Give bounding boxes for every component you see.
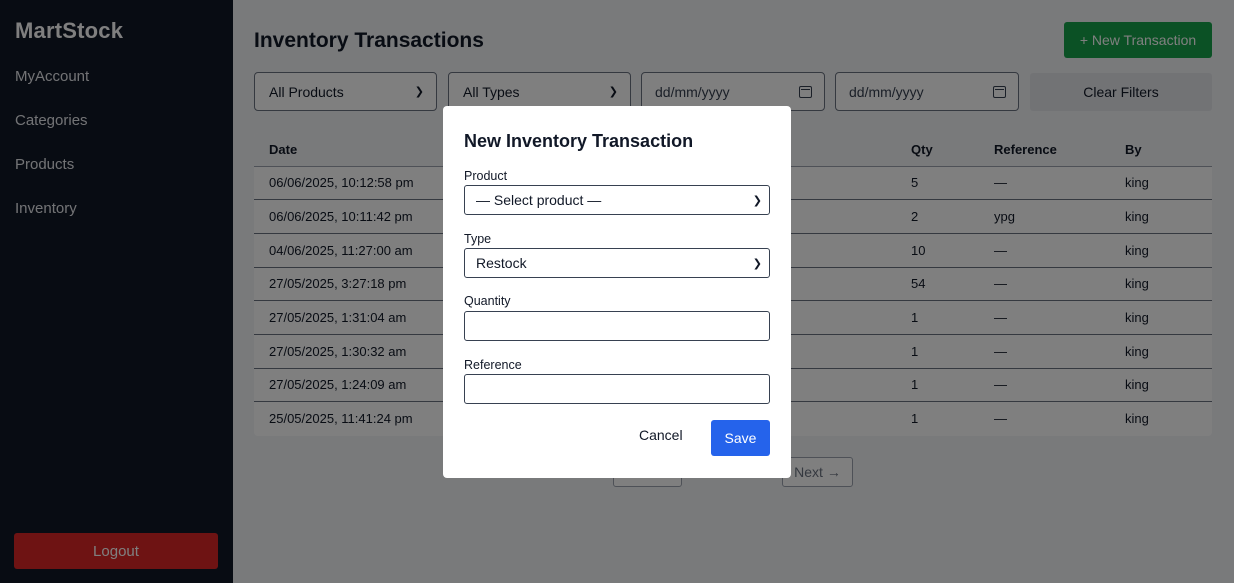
product-select-value: — Select product —	[476, 192, 602, 208]
type-select-value: Restock	[476, 255, 527, 271]
reference-input[interactable]	[464, 374, 770, 404]
reference-label: Reference	[464, 358, 522, 372]
product-label: Product	[464, 169, 508, 183]
modal-title: New Inventory Transaction	[464, 131, 694, 151]
type-select[interactable]: Restock ❯	[464, 248, 770, 278]
product-select[interactable]: — Select product — ❯	[464, 185, 770, 215]
save-button[interactable]: Save	[711, 420, 770, 456]
type-label: Type	[464, 232, 492, 246]
cancel-button[interactable]: Cancel	[639, 427, 683, 443]
quantity-input[interactable]	[464, 311, 770, 341]
new-transaction-modal: New Inventory Transaction Product — Sele…	[443, 106, 791, 478]
quantity-label: Quantity	[464, 294, 511, 308]
chevron-down-icon: ❯	[752, 194, 762, 207]
chevron-down-icon: ❯	[752, 257, 762, 270]
